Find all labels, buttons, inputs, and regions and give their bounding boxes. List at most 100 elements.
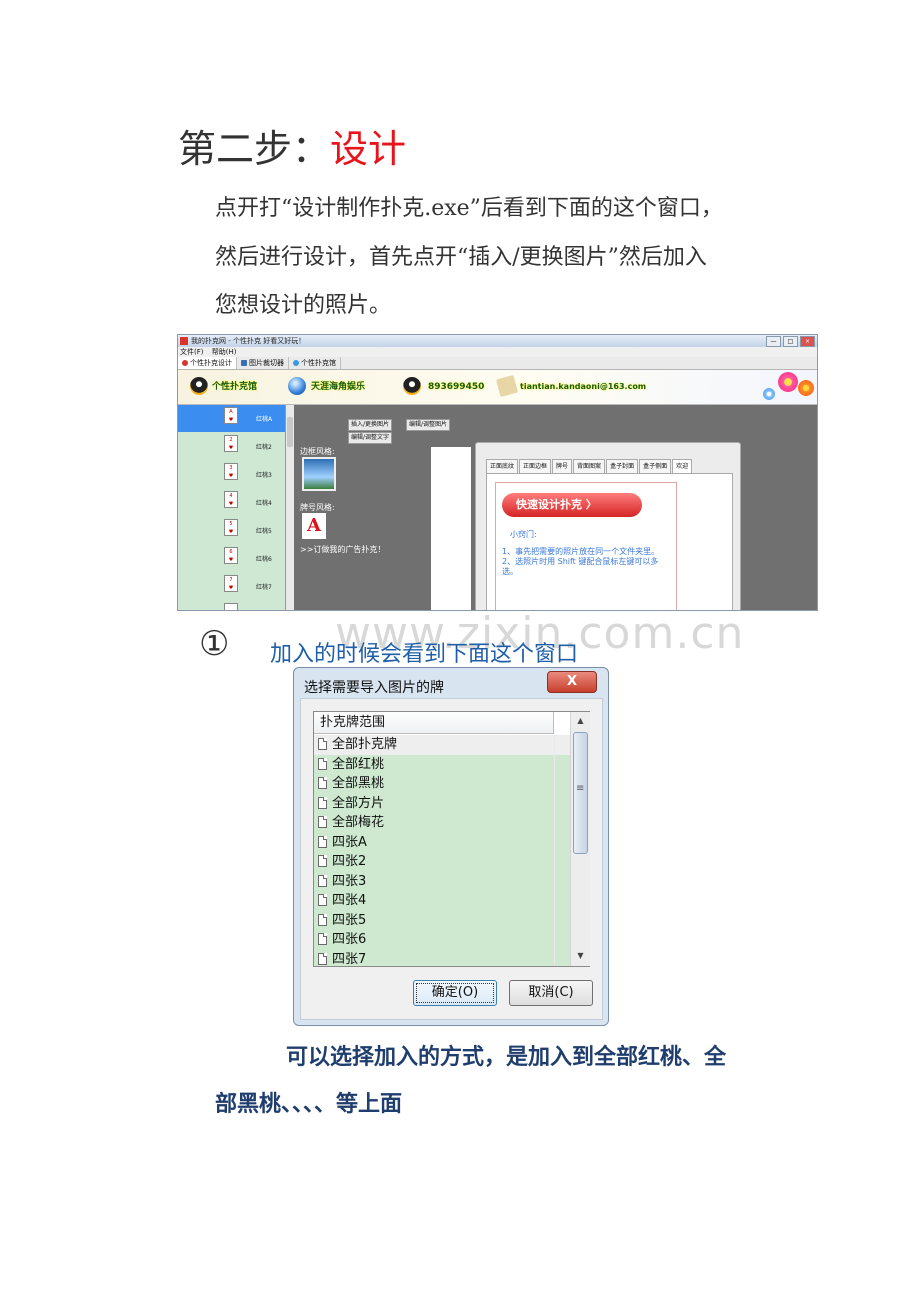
flower-icon bbox=[798, 380, 814, 396]
card-thumb-icon: 3 ♥ bbox=[224, 463, 238, 480]
tab-label: 图片裁切器 bbox=[249, 359, 284, 367]
sidebar-item[interactable]: 6 ♥ 红桃6 bbox=[178, 545, 285, 572]
cancel-button[interactable]: 取消(C) bbox=[509, 980, 593, 1006]
card-thumb-icon: 4 ♥ bbox=[224, 491, 238, 508]
tab-front-border[interactable]: 正面边框 bbox=[519, 459, 552, 473]
document-icon bbox=[318, 952, 327, 965]
banner-item-3[interactable]: 893699450 bbox=[428, 381, 484, 393]
tab-front-texture[interactable]: 正面底纹 bbox=[486, 459, 519, 473]
tab-box-side[interactable]: 盒子侧面 bbox=[639, 459, 672, 473]
rank-style-thumbnail[interactable]: A bbox=[302, 513, 326, 539]
tab-box-cover[interactable]: 盒子封面 bbox=[606, 459, 639, 473]
tab-back-pattern[interactable]: 背面图案 bbox=[573, 459, 606, 473]
document-icon bbox=[318, 933, 327, 945]
border-style-label: 边框风格: bbox=[300, 447, 335, 456]
tab-card-gallery[interactable]: 个性扑克馆 bbox=[289, 357, 341, 369]
step-caption: 加入的时候会看到下面这个窗口 bbox=[270, 642, 579, 667]
app-title: 我的扑克网 - 个性扑克 好看又好玩！ bbox=[191, 337, 306, 345]
edit-text-button[interactable]: 编辑/调整文字 bbox=[348, 432, 393, 444]
tip-title: 小窍门: bbox=[510, 530, 537, 539]
sidebar-item[interactable]: 2 ♥ 红桃2 bbox=[178, 433, 285, 460]
sidebar-item[interactable]: 4 ♥ 红桃4 bbox=[178, 489, 285, 516]
list-scrollbar[interactable]: ▲ ≡ ▼ bbox=[570, 712, 590, 966]
card-thumb-icon: A ♥ bbox=[224, 407, 238, 424]
list-item[interactable]: 全部方片 bbox=[314, 793, 571, 813]
tip-text: 1、事先把需要的照片放在同一个文件夹里。 2、选照片时用 Shift 键配合鼠标… bbox=[502, 547, 660, 576]
closing-line-2: 部黑桃、、、、等上面 bbox=[215, 1091, 403, 1117]
ok-button[interactable]: 确定(O) bbox=[413, 980, 497, 1006]
scroll-thumb[interactable]: ≡ bbox=[573, 732, 588, 854]
document-icon bbox=[318, 874, 327, 887]
column-header[interactable]: 扑克牌范围 bbox=[314, 712, 554, 734]
banner-item-2[interactable]: 天涯海角娱乐 bbox=[311, 381, 365, 393]
dialog-close-button[interactable]: X bbox=[547, 671, 597, 693]
dialog-title: 选择需要导入图片的牌 bbox=[304, 680, 444, 696]
sidebar-scrollbar[interactable] bbox=[286, 405, 294, 610]
penguin-icon bbox=[190, 377, 208, 395]
list-item[interactable]: 四张2 bbox=[314, 852, 571, 872]
list-item[interactable]: 四张6 bbox=[314, 930, 571, 950]
sidebar-item[interactable]: A ♥ 红桃A bbox=[178, 405, 285, 432]
menu-file[interactable]: 文件(F) bbox=[180, 348, 204, 356]
list-item[interactable]: 全部黑桃 bbox=[314, 774, 571, 794]
minimize-button[interactable]: — bbox=[766, 336, 781, 347]
list-item[interactable]: 全部扑克牌 bbox=[314, 735, 571, 755]
maximize-button[interactable]: □ bbox=[783, 336, 798, 347]
app-window-controls: — □ × bbox=[766, 336, 815, 347]
sidebar-item[interactable]: 3 ♥ 红桃3 bbox=[178, 461, 285, 488]
heading-prefix: 第二步： bbox=[178, 127, 331, 171]
welcome-content: 快速设计扑克 〉 小窍门: 1、事先把需要的照片放在同一个文件夹里。 2、选照片… bbox=[495, 482, 677, 610]
document-icon bbox=[318, 777, 327, 789]
globe-icon bbox=[293, 360, 299, 366]
list-item-label: 全部黑桃 bbox=[332, 776, 385, 791]
list-item[interactable]: 全部梅花 bbox=[314, 813, 571, 833]
list-item[interactable]: 四张5 bbox=[314, 910, 571, 930]
card-thumb-icon: 5 ♥ bbox=[224, 519, 238, 536]
list-item-label: 四张4 bbox=[332, 893, 367, 908]
tab-label: 个性扑克馆 bbox=[301, 359, 336, 367]
document-icon bbox=[318, 796, 327, 809]
sidebar-item[interactable]: 5 ♥ 红桃5 bbox=[178, 517, 285, 544]
quick-design-button[interactable]: 快速设计扑克 〉 bbox=[502, 493, 642, 517]
tab-card-design[interactable]: 个性扑克设计 bbox=[178, 357, 237, 369]
sidebar-item-label: 红桃7 bbox=[256, 584, 272, 591]
banner-item-4[interactable]: tiantian.kandaoni@163.com bbox=[520, 381, 646, 393]
tab-welcome[interactable]: 欢迎 bbox=[672, 459, 693, 473]
grip-icon: ≡ bbox=[576, 783, 585, 794]
edit-image-button[interactable]: 编辑/调整图片 bbox=[406, 419, 451, 431]
list-item-label: 四张2 bbox=[332, 854, 367, 869]
flower-icon bbox=[778, 372, 798, 392]
list-item[interactable]: 四张A bbox=[314, 832, 571, 852]
close-button[interactable]: × bbox=[800, 336, 815, 347]
scroll-thumb[interactable] bbox=[287, 417, 293, 447]
insert-image-button[interactable]: 插入/更换图片 bbox=[348, 419, 393, 431]
scroll-up-arrow-icon[interactable]: ▲ bbox=[571, 712, 590, 730]
document-icon bbox=[318, 913, 327, 926]
list-item-label: 全部扑克牌 bbox=[332, 737, 398, 752]
list-item[interactable]: 全部红桃 bbox=[314, 754, 571, 774]
card-thumb-icon bbox=[224, 603, 238, 610]
scroll-down-arrow-icon[interactable]: ▼ bbox=[571, 947, 590, 965]
list-item-label: 全部红桃 bbox=[332, 756, 385, 772]
sidebar-item[interactable] bbox=[178, 601, 285, 610]
tab-image-cropper[interactable]: 图片裁切器 bbox=[237, 357, 289, 369]
menu-help[interactable]: 帮助(H) bbox=[212, 348, 237, 356]
app-banner: 个性扑克馆 天涯海角娱乐 893699450 tiantian.kandaoni… bbox=[178, 370, 817, 405]
banner-item-1[interactable]: 个性扑克馆 bbox=[212, 381, 257, 393]
list-item[interactable]: 四张4 bbox=[314, 891, 571, 911]
crop-icon bbox=[241, 360, 247, 366]
app-titlebar: 我的扑克网 - 个性扑克 好看又好玩！ bbox=[178, 335, 817, 347]
list-item[interactable]: 四张3 bbox=[314, 871, 571, 891]
list-item-label: 四张6 bbox=[332, 932, 367, 947]
sidebar-item[interactable]: 7 ♥ 红桃7 bbox=[178, 573, 285, 600]
tab-rank[interactable]: 牌号 bbox=[552, 459, 573, 473]
intro-line-3: 您想设计的照片。 bbox=[215, 293, 392, 318]
border-style-thumbnail[interactable] bbox=[302, 457, 336, 491]
app-logo-icon bbox=[180, 337, 188, 345]
list-item-label: 四张3 bbox=[332, 873, 367, 889]
closing-line-1: 可以选择加入的方式，是加入到全部红桃、全 bbox=[286, 1044, 727, 1070]
list-item-label: 四张A bbox=[332, 834, 367, 850]
list-item[interactable]: 四张7 bbox=[314, 949, 570, 966]
sidebar-item-label: 红桃4 bbox=[256, 500, 272, 507]
custom-ad-link[interactable]: >>订做我的广告扑克！ bbox=[300, 544, 385, 555]
